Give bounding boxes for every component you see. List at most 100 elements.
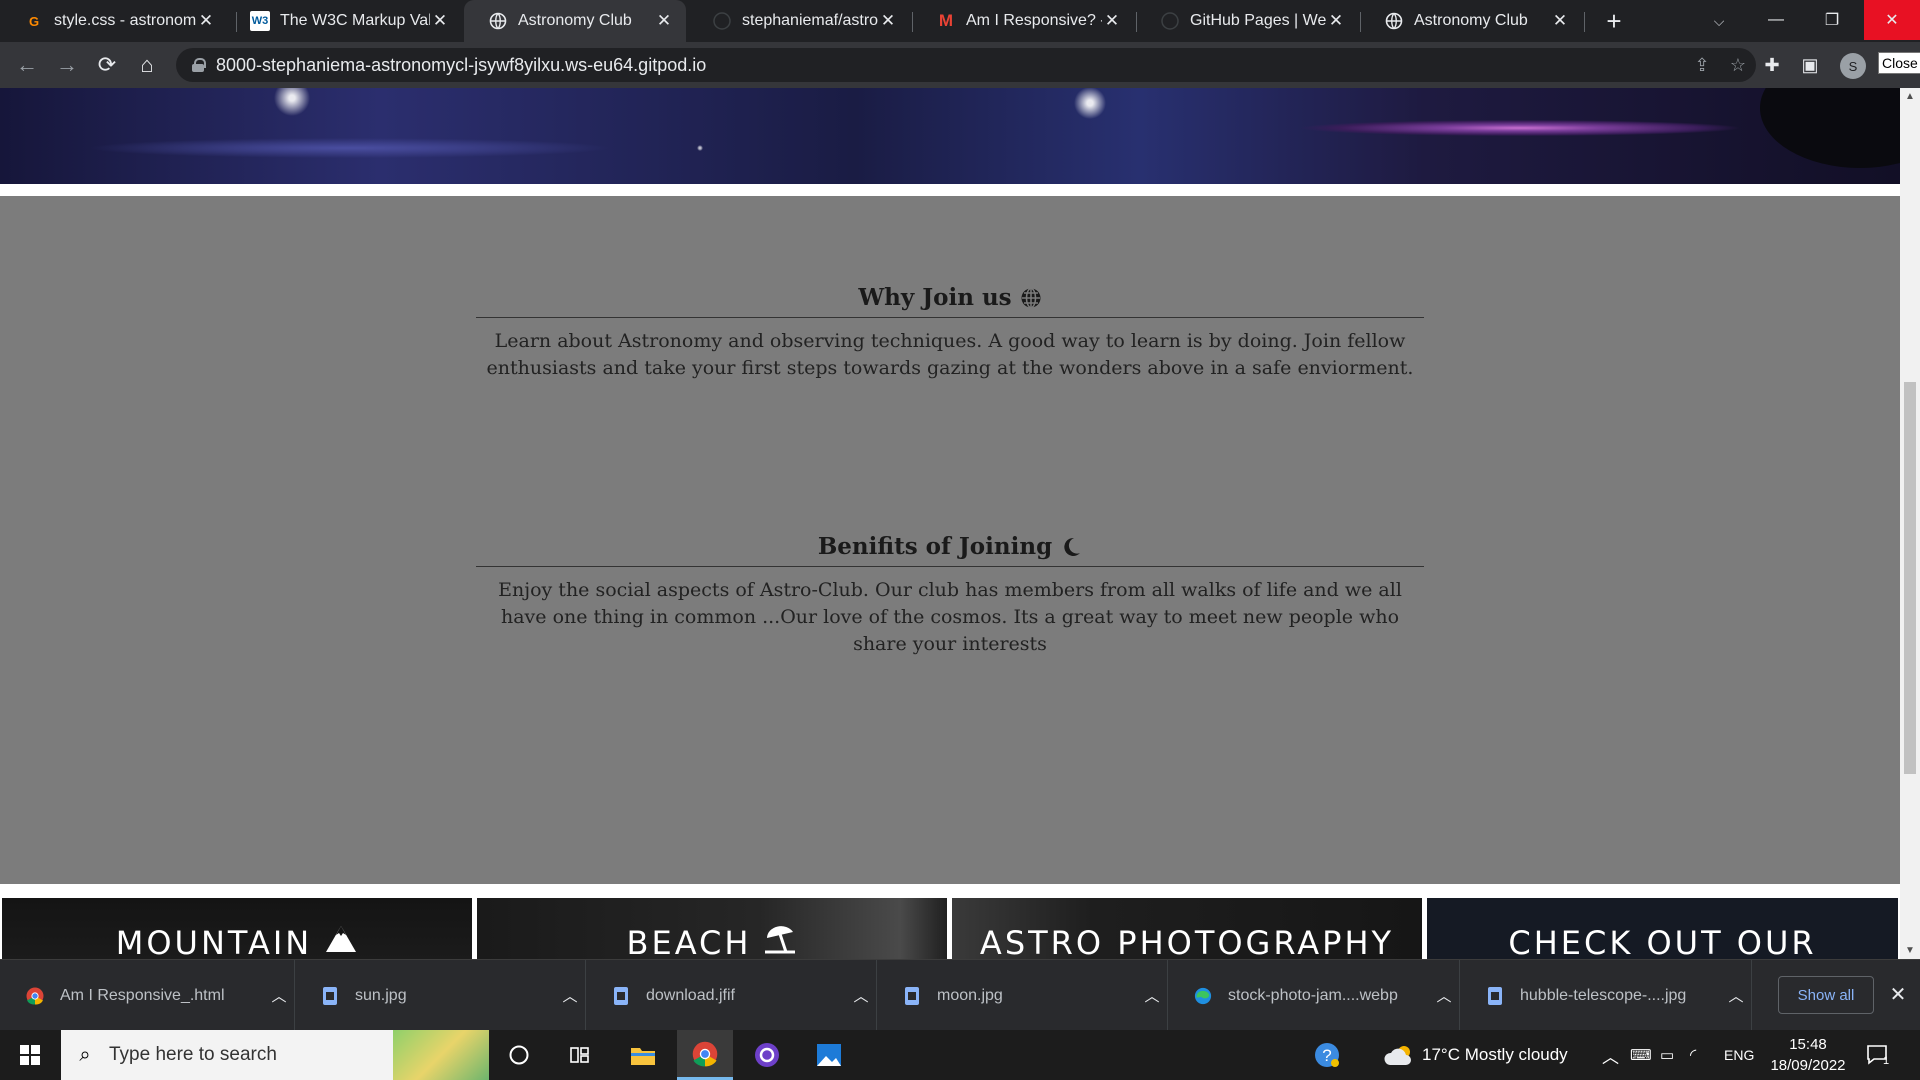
- file-icon: [903, 986, 921, 1006]
- chevron-up-icon[interactable]: ︿: [555, 985, 585, 1006]
- close-icon[interactable]: ✕: [1102, 11, 1122, 31]
- page-viewport: Why Join us Learn about Astronomy and ob…: [0, 88, 1900, 959]
- file-icon: [321, 986, 339, 1006]
- file-explorer-icon[interactable]: [615, 1030, 671, 1080]
- new-tab-button[interactable]: +: [1599, 6, 1629, 36]
- photos-icon[interactable]: [801, 1030, 857, 1080]
- content-section: Why Join us Learn about Astronomy and ob…: [0, 196, 1900, 884]
- tab-search-chevron-icon[interactable]: ⌵: [1704, 6, 1734, 36]
- tab-title: The W3C Markup Vali: [280, 12, 430, 29]
- download-filename: moon.jpg: [937, 986, 1003, 1004]
- tab-title: Astronomy Club: [1414, 12, 1528, 29]
- clock-time: 15:48: [1789, 1036, 1827, 1053]
- chevron-up-icon[interactable]: ︿: [846, 985, 876, 1006]
- share-icon[interactable]: ⇪: [1684, 55, 1720, 76]
- tab-github-repo[interactable]: stephaniemaf/astrono ✕: [688, 0, 910, 42]
- chrome-icon: [26, 986, 44, 1006]
- show-hidden-icons-chevron-icon[interactable]: ︿: [1602, 1030, 1619, 1080]
- task-view-icon[interactable]: [551, 1030, 607, 1080]
- weather-text: 17°C Mostly cloudy: [1422, 1045, 1568, 1064]
- download-item[interactable]: sun.jpg ︿: [295, 960, 586, 1031]
- meet-now-icon[interactable]: ⌨: [1630, 1030, 1652, 1080]
- extensions-puzzle-icon[interactable]: ✚: [1758, 51, 1786, 79]
- tab-am-i-responsive[interactable]: M Am I Responsive? - fa ✕: [912, 0, 1134, 42]
- download-item[interactable]: moon.jpg ︿: [877, 960, 1168, 1031]
- chevron-up-icon[interactable]: ︿: [1429, 985, 1459, 1006]
- scrollbar-thumb[interactable]: [1904, 382, 1916, 774]
- taskbar-clock[interactable]: 15:48 18/09/2022: [1762, 1034, 1854, 1076]
- wifi-icon[interactable]: ◜: [1690, 1030, 1696, 1080]
- close-icon[interactable]: ✕: [878, 11, 898, 31]
- download-item[interactable]: stock-photo-jam....webp ︿: [1168, 960, 1460, 1031]
- edge-icon: [1194, 986, 1212, 1006]
- card-check-out-our[interactable]: CHECK OUT OUR: [1427, 898, 1898, 959]
- help-icon[interactable]: ?: [1312, 1030, 1342, 1080]
- start-button[interactable]: [0, 1030, 60, 1080]
- close-shelf-icon[interactable]: ✕: [1886, 982, 1910, 1006]
- tab-title: Astronomy Club: [518, 12, 632, 29]
- globe-icon: [1021, 287, 1041, 308]
- battery-icon[interactable]: ▭: [1660, 1030, 1674, 1080]
- close-tooltip: Close: [1878, 52, 1920, 74]
- chevron-up-icon[interactable]: ︿: [1721, 985, 1751, 1006]
- lock-icon[interactable]: [192, 58, 206, 72]
- taskbar-search[interactable]: ⌕ Type here to search: [61, 1030, 489, 1080]
- url-text[interactable]: 8000-stephaniema-astronomycl-jsywf8yilxu…: [216, 55, 1684, 76]
- download-item[interactable]: hubble-telescope-....jpg ︿: [1460, 960, 1752, 1031]
- notifications-button[interactable]: 1: [1866, 1030, 1889, 1080]
- download-item[interactable]: Am I Responsive_.html ︿: [0, 960, 295, 1031]
- why-join-section: Why Join us Learn about Astronomy and ob…: [476, 284, 1424, 382]
- svg-text:?: ?: [1322, 1046, 1331, 1065]
- scroll-down-arrow-icon[interactable]: ▼: [1900, 942, 1920, 959]
- restore-button[interactable]: ❐: [1804, 0, 1860, 40]
- benefits-heading: Benifits of Joining: [476, 533, 1424, 567]
- github-desktop-icon[interactable]: [739, 1030, 795, 1080]
- close-icon[interactable]: ✕: [196, 11, 216, 31]
- home-button[interactable]: ⌂: [132, 50, 162, 80]
- file-icon: [1486, 986, 1504, 1006]
- scroll-up-arrow-icon[interactable]: ▲: [1900, 88, 1920, 105]
- card-beach[interactable]: BEACH: [477, 898, 947, 959]
- tab-astronomy-club-active[interactable]: Astronomy Club ✕: [464, 0, 686, 42]
- language-indicator[interactable]: ENG: [1724, 1030, 1754, 1080]
- close-icon[interactable]: ✕: [430, 11, 450, 31]
- gitpod-icon: G: [28, 13, 40, 29]
- forward-button[interactable]: →: [52, 50, 82, 80]
- card-mountain[interactable]: MOUNTAIN: [2, 898, 472, 959]
- close-window-button[interactable]: ✕: [1864, 0, 1920, 40]
- download-item[interactable]: download.jfif ︿: [586, 960, 877, 1031]
- back-button[interactable]: ←: [12, 50, 42, 80]
- card-label: CHECK OUT OUR: [1508, 924, 1817, 959]
- reload-button[interactable]: ⟳: [92, 50, 122, 80]
- download-shelf: Am I Responsive_.html ︿ sun.jpg ︿ downlo…: [0, 959, 1920, 1031]
- show-all-button[interactable]: Show all: [1778, 976, 1874, 1014]
- chrome-icon[interactable]: [677, 1030, 733, 1080]
- close-icon[interactable]: ✕: [1550, 11, 1570, 31]
- why-join-text: Learn about Astronomy and observing tech…: [486, 330, 1414, 379]
- chevron-up-icon[interactable]: ︿: [264, 985, 294, 1006]
- close-icon[interactable]: ✕: [1326, 11, 1346, 31]
- benefits-section: Benifits of Joining Enjoy the social asp…: [476, 533, 1424, 658]
- tab-astronomy-club[interactable]: Astronomy Club ✕: [1360, 0, 1582, 42]
- location-cards: MOUNTAIN BEACH ASTRO PHOTOGRAPHY CHECK O…: [0, 898, 1900, 959]
- github-icon: [712, 11, 732, 31]
- tab-w3c-validator[interactable]: W3 The W3C Markup Vali ✕: [226, 0, 462, 42]
- chevron-up-icon[interactable]: ︿: [1137, 985, 1167, 1006]
- search-placeholder[interactable]: Type here to search: [109, 1044, 393, 1066]
- tab-github-pages[interactable]: GitHub Pages | Websi ✕: [1136, 0, 1358, 42]
- close-icon[interactable]: ✕: [654, 11, 674, 31]
- globe-icon: [488, 11, 508, 31]
- side-panel-icon[interactable]: ▣: [1796, 51, 1824, 79]
- profile-avatar[interactable]: S: [1840, 53, 1866, 79]
- minimize-button[interactable]: —: [1748, 0, 1804, 40]
- moon-icon: [1064, 537, 1081, 556]
- address-bar[interactable]: 8000-stephaniema-astronomycl-jsywf8yilxu…: [176, 48, 1756, 82]
- weather-widget[interactable]: 17°C Mostly cloudy: [1384, 1030, 1568, 1080]
- bookmark-star-icon[interactable]: ☆: [1720, 55, 1756, 76]
- heading-text: Benifits of Joining: [817, 533, 1053, 560]
- page-scrollbar[interactable]: ▲ ▼: [1900, 88, 1920, 959]
- tab-style-css[interactable]: G style.css - astronomy- ✕: [0, 0, 228, 42]
- cortana-icon[interactable]: [491, 1030, 547, 1080]
- umbrella-icon: [765, 926, 796, 954]
- card-astro-photography[interactable]: ASTRO PHOTOGRAPHY: [952, 898, 1422, 959]
